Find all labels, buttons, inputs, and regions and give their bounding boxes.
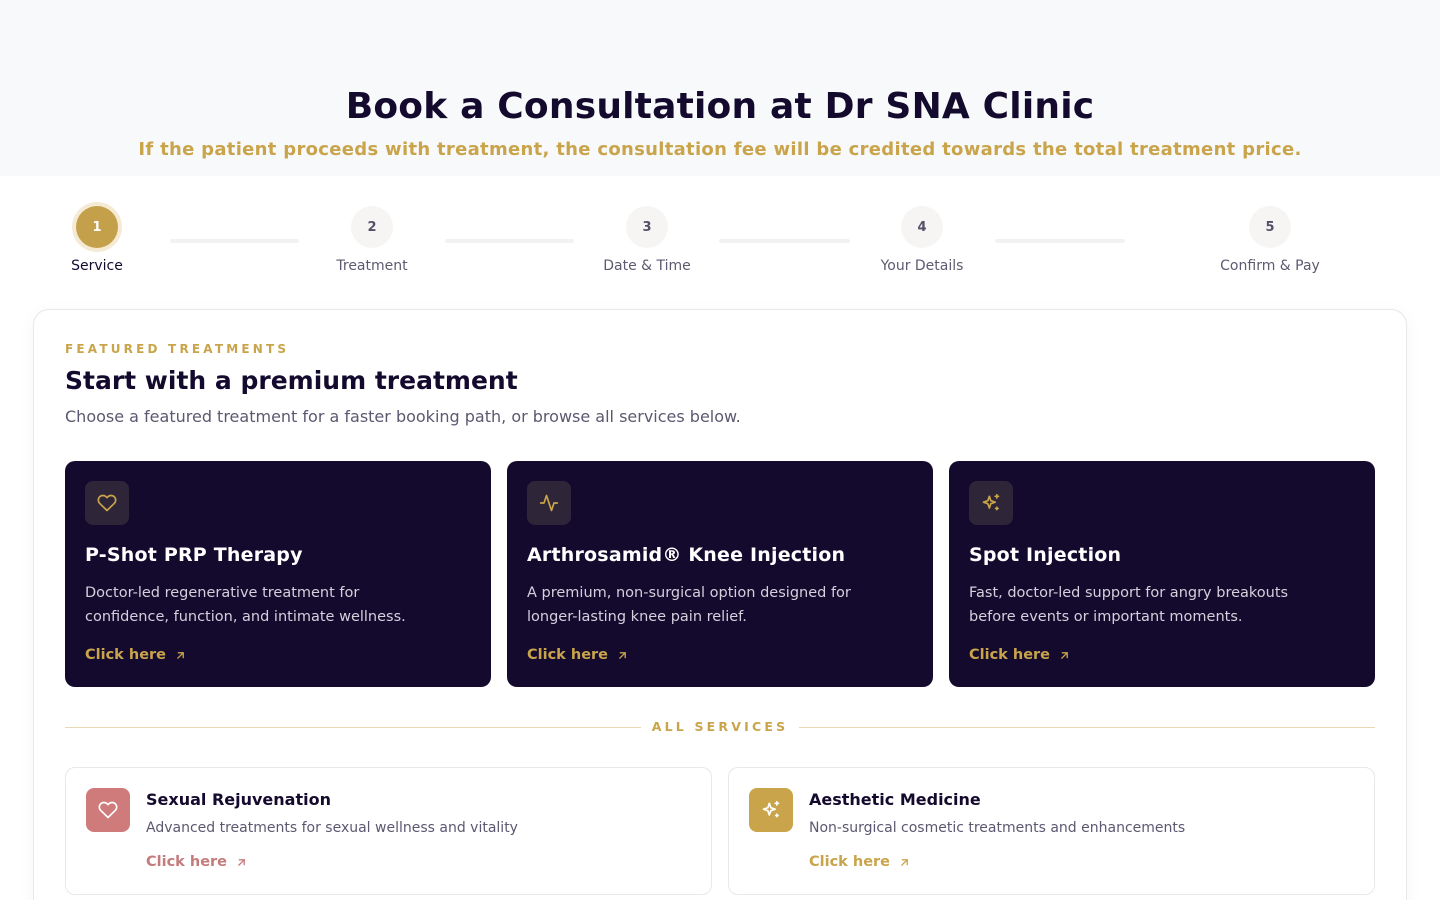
step-connector: [995, 239, 1125, 243]
page-subtitle: If the patient proceeds with treatment, …: [138, 139, 1302, 160]
step-label: Treatment: [336, 258, 408, 274]
divider: [799, 727, 1375, 728]
divider: [65, 727, 641, 728]
arrow-up-right-icon: [238, 858, 245, 866]
step-label: Date & Time: [603, 258, 691, 274]
service-card-description: Non-surgical cosmetic treatments and enh…: [809, 820, 1186, 836]
all-services-label: ALL SERVICES: [651, 719, 789, 734]
step-connector: [445, 239, 574, 243]
link-label: Click here: [809, 854, 891, 870]
service-card-description: Advanced treatments for sexual wellness …: [146, 820, 518, 836]
featured-card-title: P-Shot PRP Therapy: [85, 544, 303, 566]
heart-icon: [85, 481, 129, 525]
featured-eyebrow: FEATURED TREATMENTS: [65, 342, 290, 356]
heart-icon: [86, 788, 130, 832]
featured-card-title: Arthrosamid® Knee Injection: [527, 544, 846, 566]
arrow-up-right-icon: [901, 858, 908, 866]
step-connector: [719, 239, 850, 243]
step-label: Your Details: [880, 258, 964, 274]
service-card-link[interactable]: Click here: [809, 852, 911, 872]
featured-card-spot-injection[interactable]: Spot Injection Fast, doctor-led support …: [949, 461, 1375, 687]
featured-card-title: Spot Injection: [969, 544, 1122, 566]
activity-icon: [527, 481, 571, 525]
featured-card-link[interactable]: Click here: [85, 645, 187, 665]
service-card-sexual-rejuvenation[interactable]: Sexual Rejuvenation Advanced treatments …: [65, 767, 712, 895]
arrow-up-right-icon: [619, 651, 626, 659]
featured-card-description: Fast, doctor-led support for angry break…: [969, 585, 1289, 625]
arrow-up-right-icon: [177, 651, 184, 659]
service-card-title: Sexual Rejuvenation: [146, 790, 331, 809]
link-label: Click here: [969, 647, 1051, 663]
arrow-up-right-icon: [1061, 651, 1068, 659]
featured-card-p-shot[interactable]: P-Shot PRP Therapy Doctor-led regenerati…: [65, 461, 491, 687]
sparkles-icon: [969, 481, 1013, 525]
link-label: Click here: [527, 647, 609, 663]
step-number: 5: [1249, 206, 1291, 248]
step-number: 3: [626, 206, 668, 248]
step-label: Confirm & Pay: [1220, 258, 1320, 274]
featured-title: Start with a premium treatment: [65, 366, 518, 395]
link-label: Click here: [85, 647, 167, 663]
featured-card-description: Doctor-led regenerative treatment for co…: [85, 585, 406, 625]
step-number: 4: [901, 206, 943, 248]
sparkles-icon: [749, 788, 793, 832]
service-card-title: Aesthetic Medicine: [809, 790, 981, 809]
page-header: Book a Consultation at Dr SNA Clinic If …: [0, 0, 1440, 176]
featured-card-link[interactable]: Click here: [969, 645, 1071, 665]
featured-card-description: A premium, non-surgical option designed …: [527, 585, 851, 625]
step-number: 1: [76, 206, 118, 248]
step-label: Service: [71, 258, 123, 274]
service-card-link[interactable]: Click here: [146, 852, 248, 872]
page-title: Book a Consultation at Dr SNA Clinic: [345, 86, 1095, 127]
service-card-aesthetic-medicine[interactable]: Aesthetic Medicine Non-surgical cosmetic…: [728, 767, 1375, 895]
featured-card-link[interactable]: Click here: [527, 645, 629, 665]
featured-card-arthrosamid[interactable]: Arthrosamid® Knee Injection A premium, n…: [507, 461, 933, 687]
link-label: Click here: [146, 854, 228, 870]
featured-subtitle: Choose a featured treatment for a faster…: [65, 407, 741, 426]
step-connector: [170, 239, 299, 243]
step-number: 2: [351, 206, 393, 248]
